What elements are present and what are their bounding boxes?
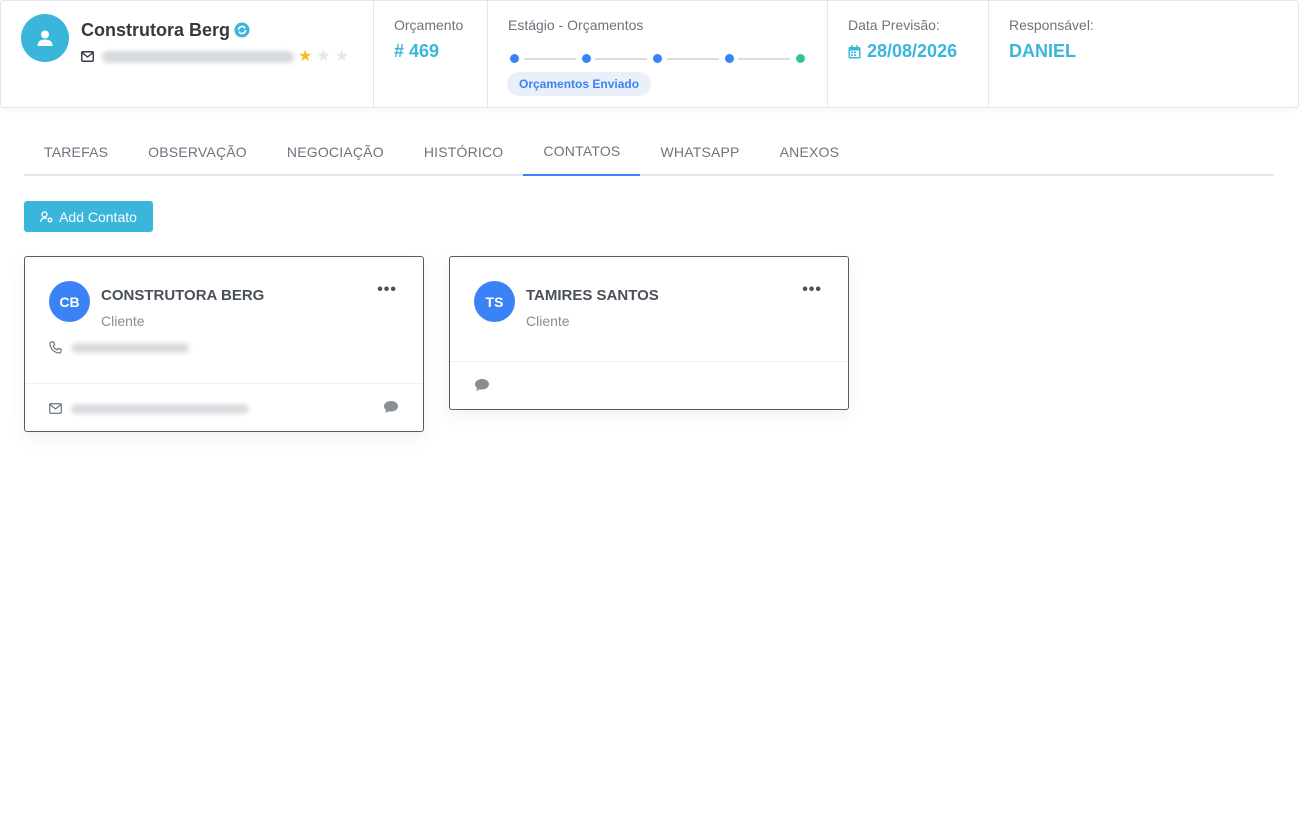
- stage-step[interactable]: [582, 54, 591, 63]
- stage-step-final[interactable]: [796, 54, 805, 63]
- tab-negociacao[interactable]: NEGOCIAÇÃO: [267, 130, 404, 176]
- tab-historico[interactable]: HISTÓRICO: [404, 130, 524, 176]
- contact-name: TAMIRES SANTOS: [526, 287, 659, 304]
- date-label: Data Previsão:: [848, 17, 940, 33]
- contact-email-redacted: [71, 404, 249, 414]
- deal-header: Construtora Berg ★ ★ ★ Orçamento # 469 E…: [0, 0, 1299, 108]
- orcamento-label: Orçamento: [394, 17, 464, 33]
- calendar-icon: [848, 44, 861, 58]
- more-icon[interactable]: •••: [802, 282, 822, 298]
- tab-bar: TAREFAS OBSERVAÇÃO NEGOCIAÇÃO HISTÓRICO …: [24, 130, 1274, 176]
- stage-label: Estágio - Orçamentos: [508, 17, 644, 33]
- contact-name: CONSTRUTORA BERG: [101, 287, 265, 304]
- tab-anexos[interactable]: ANEXOS: [760, 130, 860, 176]
- add-contact-button[interactable]: Add Contato: [24, 201, 153, 232]
- star-icon[interactable]: ★: [316, 49, 330, 65]
- stage-badge: Orçamentos Enviado: [507, 72, 652, 96]
- stage-progress[interactable]: [510, 54, 805, 64]
- star-icon[interactable]: ★: [298, 49, 312, 65]
- more-icon[interactable]: •••: [377, 282, 397, 298]
- comment-icon[interactable]: [474, 378, 490, 392]
- card-divider: [450, 361, 848, 362]
- tab-whatsapp[interactable]: WHATSAPP: [640, 130, 759, 176]
- date-value: 28/08/2026: [867, 41, 958, 61]
- orcamento-section: Orçamento # 469: [374, 1, 488, 107]
- contact-role: Cliente: [526, 313, 570, 329]
- orcamento-number: # 469: [394, 41, 440, 61]
- client-name[interactable]: Construtora Berg: [81, 20, 230, 41]
- responsavel-label: Responsável:: [1009, 17, 1094, 33]
- comment-icon[interactable]: [383, 400, 399, 414]
- responsavel-section: Responsável: DANIEL: [989, 1, 1298, 107]
- rating-stars[interactable]: ★ ★ ★: [298, 49, 349, 65]
- responsavel-value[interactable]: DANIEL: [1009, 41, 1076, 62]
- date-section: Data Previsão: 28/08/2026: [828, 1, 989, 107]
- tab-tarefas[interactable]: TAREFAS: [24, 130, 128, 176]
- card-divider: [25, 383, 423, 384]
- contact-avatar: TS: [474, 281, 515, 322]
- envelope-icon: [81, 51, 94, 62]
- client-section: Construtora Berg ★ ★ ★: [1, 1, 374, 107]
- phone-icon: [49, 341, 62, 354]
- user-icon: [37, 30, 53, 46]
- star-icon[interactable]: ★: [335, 49, 349, 65]
- stage-step[interactable]: [510, 54, 519, 63]
- sync-icon[interactable]: [234, 22, 250, 38]
- contact-avatar: CB: [49, 281, 90, 322]
- tab-contatos[interactable]: CONTATOS: [523, 130, 641, 176]
- client-avatar[interactable]: [21, 14, 69, 62]
- user-gear-icon: [40, 210, 53, 222]
- tab-observacao[interactable]: OBSERVAÇÃO: [128, 130, 267, 176]
- stage-section: Estágio - Orçamentos Orçamentos Enviado: [488, 1, 828, 107]
- contact-card: TS TAMIRES SANTOS Cliente •••: [449, 256, 849, 410]
- stage-step[interactable]: [725, 54, 734, 63]
- stage-step[interactable]: [653, 54, 662, 63]
- date-value-wrap[interactable]: 28/08/2026: [848, 41, 957, 62]
- contact-phone-redacted: [71, 343, 189, 353]
- add-contact-label: Add Contato: [59, 208, 137, 225]
- contact-card: CB CONSTRUTORA BERG Cliente •••: [24, 256, 424, 432]
- client-email-redacted: [102, 51, 294, 63]
- envelope-icon: [49, 403, 62, 414]
- contact-role: Cliente: [101, 313, 145, 329]
